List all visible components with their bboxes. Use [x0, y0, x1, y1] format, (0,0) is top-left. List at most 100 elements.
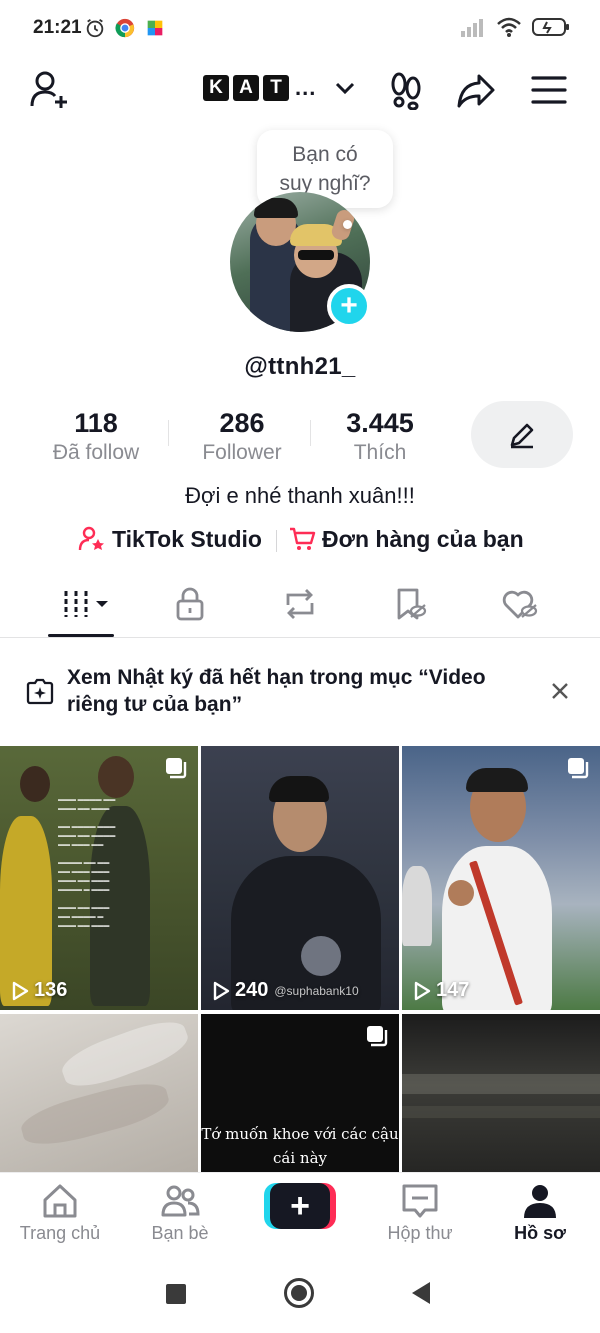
- battery-icon: [532, 18, 569, 36]
- bio: Đợi e nhé thanh xuân!!!: [185, 483, 415, 508]
- diary-sparkle-icon: [26, 678, 54, 705]
- video-figure: [448, 880, 474, 906]
- nav-label: Hộp thư: [387, 1223, 453, 1243]
- share-icon[interactable]: [455, 70, 497, 110]
- account-switcher[interactable]: K A T ...: [203, 75, 356, 101]
- thought-bubble-line: suy nghĩ?: [279, 172, 371, 195]
- nav-label: Hồ sơ: [514, 1223, 566, 1243]
- video-caption-line: cái này: [273, 1149, 327, 1167]
- pencil-icon: [510, 423, 534, 448]
- home-button[interactable]: [284, 1278, 314, 1308]
- stat-divider: [168, 420, 169, 446]
- video-figure: [402, 1106, 600, 1118]
- nav-profile[interactable]: Hồ sơ: [480, 1181, 600, 1244]
- tab-reposts[interactable]: [280, 584, 320, 624]
- stat-label: Follower: [202, 441, 282, 464]
- video-tile[interactable]: [402, 1014, 600, 1172]
- stat-divider: [310, 420, 311, 446]
- tiktok-studio-label: TikTok Studio: [112, 525, 262, 552]
- stat-label: Đã follow: [52, 441, 140, 464]
- nav-inbox[interactable]: Hộp thư: [360, 1181, 480, 1244]
- links-divider: [276, 530, 277, 552]
- stat-following[interactable]: 118 Đã follow: [46, 408, 146, 465]
- video-caption: Tớ muốn khoe với các cậu cái này: [201, 1122, 399, 1170]
- avatar-figure: [254, 198, 298, 218]
- view-count-value: 240: [235, 979, 269, 1001]
- create-plus-icon: +: [270, 1183, 330, 1229]
- status-time: 21:21: [33, 17, 82, 38]
- account-letter: T: [263, 75, 289, 101]
- video-tile[interactable]: ▬▬▬ ▬▬▬▬ ▬▬ ▬▬▬ ▬▬ ▬▬▬ ▬▬ ▬▬▬▬ ▬▬▬ ▬▬▬ ▬▬ ▬…: [0, 746, 198, 1010]
- friends-icon: [161, 1185, 200, 1217]
- lock-icon: [176, 587, 204, 621]
- tab-liked[interactable]: [500, 584, 540, 624]
- add-story-plus-icon[interactable]: +: [327, 284, 371, 328]
- alarm-icon: [86, 18, 104, 38]
- video-figure: [402, 866, 432, 946]
- nav-home[interactable]: Trang chủ: [0, 1181, 120, 1244]
- video-caption-line: Tớ muốn khoe với các cậu: [201, 1125, 399, 1143]
- chrome-icon: [115, 18, 135, 38]
- tiktok-studio-link[interactable]: TikTok Studio: [78, 525, 262, 553]
- video-figure: [269, 776, 329, 802]
- stat-likes[interactable]: 3.445 Thích: [330, 408, 430, 465]
- photo-carousel-icon: [166, 758, 187, 779]
- video-tile[interactable]: 240 @suphabank10: [201, 746, 399, 1010]
- edit-profile-button[interactable]: [471, 401, 573, 468]
- menu-icon[interactable]: [530, 72, 568, 108]
- account-letter: K: [203, 75, 229, 101]
- stat-followers[interactable]: 286 Follower: [192, 408, 292, 465]
- orders-link[interactable]: Đơn hàng của bạn: [288, 525, 524, 553]
- system-nav-bar: [0, 1254, 600, 1333]
- video-figure: [0, 816, 52, 1006]
- video-figure: [98, 756, 134, 798]
- video-figure: [402, 1074, 600, 1094]
- bottom-nav: Trang chủ Bạn bè + Hộp thư Hồ sơ: [0, 1172, 600, 1254]
- create-button[interactable]: +: [264, 1183, 336, 1229]
- video-figure: [20, 766, 50, 802]
- view-count: 147: [412, 979, 469, 1002]
- bookmark-hidden-icon: [397, 588, 427, 620]
- studio-person-star-icon: [78, 526, 104, 551]
- back-button[interactable]: [412, 1282, 430, 1304]
- video-grid: ▬▬▬ ▬▬▬▬ ▬▬ ▬▬▬ ▬▬ ▬▬▬ ▬▬ ▬▬▬▬ ▬▬▬ ▬▬▬ ▬▬ ▬…: [0, 746, 600, 1172]
- notice-line: Xem Nhật ký đã hết hạn trong mục “Video: [67, 666, 486, 689]
- tab-favorites[interactable]: [390, 584, 430, 624]
- video-figure: [17, 1075, 173, 1153]
- video-tile[interactable]: 147: [402, 746, 600, 1010]
- repost-icon: [286, 589, 314, 619]
- stat-value: 3.445: [346, 408, 414, 438]
- status-bar: 21:21: [0, 0, 600, 58]
- account-ellipsis: ...: [295, 75, 317, 100]
- nav-friends[interactable]: Bạn bè: [120, 1181, 240, 1244]
- video-watermark: @suphabank10: [274, 983, 359, 998]
- play-icon: [12, 981, 29, 1000]
- view-count-value: 147: [436, 979, 470, 1001]
- video-overlay-text: ▬▬▬ ▬▬▬▬ ▬▬ ▬▬▬ ▬▬ ▬▬▬ ▬▬ ▬▬▬▬ ▬▬▬ ▬▬▬ ▬▬ ▬…: [58, 797, 116, 929]
- video-figure: [301, 936, 341, 976]
- cart-icon: [290, 527, 316, 550]
- play-icon: [213, 981, 230, 1000]
- add-user-icon[interactable]: [28, 68, 72, 112]
- liked-hidden-icon: [502, 590, 538, 619]
- recents-button[interactable]: [166, 1284, 186, 1304]
- footprints-icon[interactable]: [386, 70, 426, 110]
- close-icon[interactable]: [549, 680, 571, 702]
- nav-label: Trang chủ: [19, 1223, 101, 1243]
- thought-bubble-dot: [343, 220, 352, 229]
- profile-header: K A T ...: [0, 58, 600, 122]
- video-figure: [466, 768, 528, 792]
- view-count-value: 136: [34, 979, 68, 1001]
- home-icon: [43, 1184, 77, 1218]
- tab-private[interactable]: [170, 584, 210, 624]
- video-tile[interactable]: [0, 1014, 198, 1172]
- expired-diary-notice[interactable]: Xem Nhật ký đã hết hạn trong mục “Video …: [0, 652, 600, 734]
- account-letter: A: [233, 75, 259, 101]
- puzzle-app-icon: [147, 20, 163, 36]
- view-count: 136: [10, 979, 67, 1002]
- videos-grid-icon: [64, 591, 108, 617]
- video-tile[interactable]: Tớ muốn khoe với các cậu cái này: [201, 1014, 399, 1172]
- thought-bubble-line: Bạn có: [292, 143, 358, 166]
- tab-videos[interactable]: [62, 584, 112, 624]
- profile-links: TikTok Studio Đơn hàng của bạn: [0, 525, 600, 557]
